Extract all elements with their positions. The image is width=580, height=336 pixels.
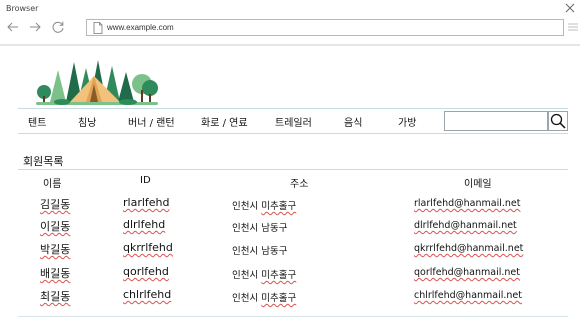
member-email: qorlfehd@hanmail.net — [414, 267, 520, 278]
member-address: 인천시 남동구 — [232, 220, 288, 234]
forward-arrow-icon[interactable] — [28, 20, 42, 34]
member-name: 박길동 — [40, 243, 71, 256]
member-id: rlarlfehd — [123, 196, 170, 209]
browser-toolbar: www.example.com — [0, 18, 580, 40]
category-nav: 텐트 침낭 버너 / 랜턴 화로 / 연료 트레일러 음식 가방 — [18, 108, 568, 134]
table-row: 최길동 chlrlfehd 인천시 미추홀구 chlrlfehd@hanmail… — [0, 288, 580, 310]
address-district: 미추홀구 — [261, 293, 297, 304]
table-row: 이길동 dlrlfehd 인천시 남동구 dlrlfehd@hanmail.ne… — [0, 218, 580, 240]
column-header-id: ID — [140, 175, 151, 186]
column-header-address: 주소 — [290, 179, 309, 190]
nav-item-food[interactable]: 음식 — [344, 114, 362, 129]
member-email: dlrlfehd@hanmail.net — [414, 220, 517, 231]
nav-item-tent[interactable]: 텐트 — [28, 114, 46, 129]
member-id: dlrlfehd — [123, 218, 166, 231]
page-icon — [93, 22, 103, 34]
member-name: 김길동 — [40, 198, 71, 211]
nav-item-trailer[interactable]: 트레일러 — [275, 114, 312, 129]
member-email: rlarlfehd@hanmail.net — [414, 198, 521, 209]
column-header-email: 이메일 — [464, 179, 492, 190]
member-email: qkrrlfehd@hanmail.net — [414, 243, 524, 254]
address-city: 인천시 — [232, 246, 259, 257]
section-title: 회원목록 — [23, 155, 64, 168]
nav-item-sleeping-bag[interactable]: 침낭 — [78, 114, 96, 129]
member-address: 인천시 미추홀구 — [232, 267, 296, 281]
refresh-icon[interactable] — [51, 20, 65, 34]
nav-item-brazier-fuel[interactable]: 화로 / 연료 — [201, 114, 248, 129]
address-city: 인천시 — [232, 201, 259, 212]
url-text[interactable]: www.example.com — [107, 23, 174, 32]
close-icon[interactable] — [564, 2, 576, 14]
table-row: 배길동 qorlfehd 인천시 미추홀구 qorlfehd@hanmail.n… — [0, 265, 580, 287]
camping-logo[interactable] — [32, 56, 162, 108]
back-arrow-icon[interactable] — [6, 20, 20, 34]
member-name: 배길동 — [40, 267, 71, 280]
search-button[interactable] — [548, 111, 568, 131]
member-name: 이길동 — [40, 220, 71, 233]
address-city: 인천시 — [232, 293, 259, 304]
bottom-divider — [18, 316, 568, 317]
column-header-name: 이름 — [43, 179, 62, 190]
member-id: qorlfehd — [123, 265, 169, 278]
table-row: 김길동 rlarlfehd 인천시 미추홀구 rlarlfehd@hanmail… — [0, 196, 580, 218]
table-row: 박길동 qkrrlfehd 인천시 남동구 qkrrlfehd@hanmail.… — [0, 241, 580, 263]
address-district: 남동구 — [261, 223, 288, 234]
member-address: 인천시 미추홀구 — [232, 290, 296, 304]
address-city: 인천시 — [232, 223, 259, 234]
url-bar[interactable]: www.example.com — [86, 19, 564, 36]
search-icon — [550, 113, 566, 129]
hamburger-menu-icon[interactable] — [568, 22, 578, 32]
address-district: 남동구 — [261, 246, 288, 257]
section-divider — [18, 169, 568, 170]
member-id: chlrlfehd — [123, 288, 172, 301]
address-city: 인천시 — [232, 270, 259, 281]
browser-title: Browser — [6, 4, 39, 13]
member-name: 최길동 — [40, 290, 71, 303]
nav-item-bag[interactable]: 가방 — [398, 114, 416, 129]
chrome-divider — [0, 44, 580, 46]
address-district: 미추홀구 — [261, 270, 297, 281]
member-address: 인천시 남동구 — [232, 243, 288, 257]
search-input[interactable] — [444, 111, 548, 131]
address-district: 미추홀구 — [261, 201, 297, 212]
member-address: 인천시 미추홀구 — [232, 198, 296, 212]
member-email: chlrlfehd@hanmail.net — [414, 290, 522, 301]
nav-item-burner-lantern[interactable]: 버너 / 랜턴 — [128, 114, 175, 129]
member-id: qkrrlfehd — [123, 241, 173, 254]
